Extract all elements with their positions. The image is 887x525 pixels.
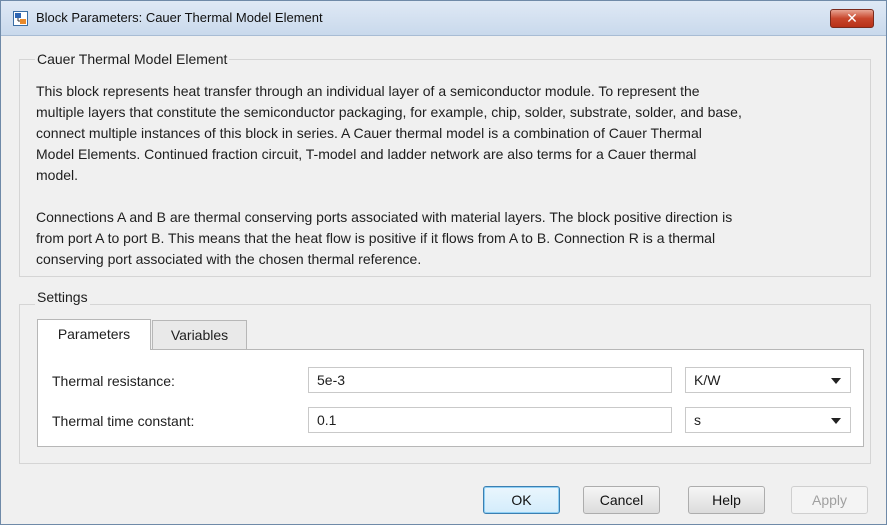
- block-description-group-label: Cauer Thermal Model Element: [35, 51, 230, 67]
- thermal-resistance-label: Thermal resistance:: [52, 373, 175, 389]
- description-line: from port A to port B. This means that t…: [36, 230, 716, 246]
- thermal-time-constant-label: Thermal time constant:: [52, 413, 195, 429]
- description-line: This block represents heat transfer thro…: [36, 83, 700, 99]
- thermal-resistance-unit-select[interactable]: K/W: [685, 367, 851, 393]
- description-line: Model Elements. Continued fraction circu…: [36, 146, 697, 162]
- apply-button[interactable]: Apply: [791, 486, 868, 514]
- ok-button[interactable]: OK: [483, 486, 560, 514]
- simulink-block-icon: [13, 11, 28, 26]
- thermal-time-constant-field[interactable]: 0.1: [308, 407, 672, 433]
- tab-variables-label: Variables: [170, 327, 229, 343]
- chevron-down-icon: [831, 378, 841, 384]
- close-button[interactable]: ✕: [830, 9, 874, 28]
- chevron-down-icon: [831, 418, 841, 424]
- tab-parameters[interactable]: Parameters: [37, 319, 151, 350]
- thermal-time-constant-unit: s: [694, 412, 701, 428]
- tab-parameters-label: Parameters: [57, 326, 131, 342]
- description-line: conserving port associated with the chos…: [36, 251, 422, 267]
- tab-variables[interactable]: Variables: [152, 320, 247, 349]
- title-bar: Block Parameters: Cauer Thermal Model El…: [1, 1, 886, 36]
- description-line: multiple layers that constitute the semi…: [36, 104, 742, 120]
- cancel-button[interactable]: Cancel: [583, 486, 660, 514]
- description-line: [36, 186, 871, 207]
- window-title: Block Parameters: Cauer Thermal Model El…: [36, 10, 323, 25]
- thermal-resistance-unit: K/W: [694, 372, 721, 388]
- block-description: This block represents heat transfer thro…: [36, 81, 871, 270]
- thermal-resistance-field[interactable]: 5e-3: [308, 367, 672, 393]
- close-icon: ✕: [846, 10, 858, 26]
- description-line: model.: [36, 167, 79, 183]
- description-line: connect multiple instances of this block…: [36, 125, 702, 141]
- thermal-time-constant-unit-select[interactable]: s: [685, 407, 851, 433]
- block-parameters-dialog: Block Parameters: Cauer Thermal Model El…: [0, 0, 887, 525]
- help-button[interactable]: Help: [688, 486, 765, 514]
- settings-group-label: Settings: [35, 289, 90, 305]
- description-line: Connections A and B are thermal conservi…: [36, 209, 733, 225]
- parameters-panel: Thermal resistance: 5e-3 K/W Thermal tim…: [37, 349, 864, 447]
